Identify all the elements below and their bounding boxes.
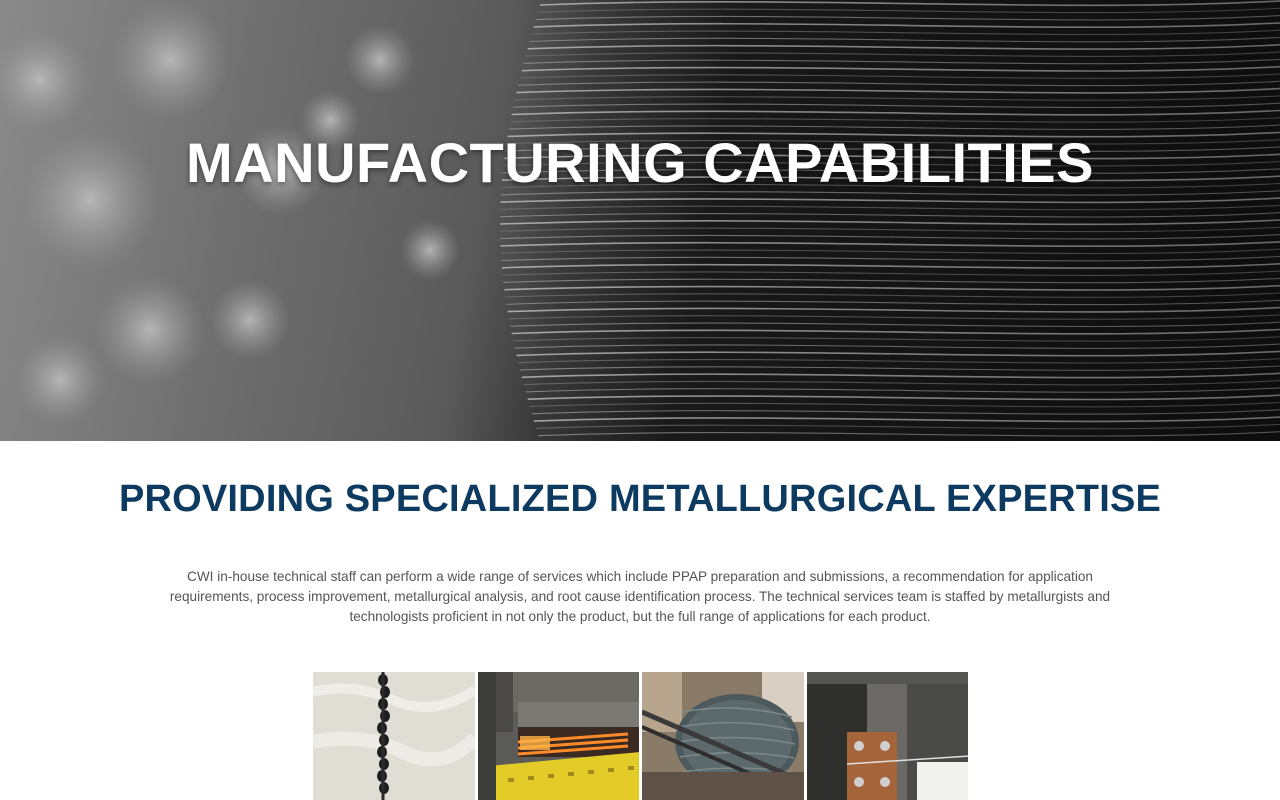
capabilities-gallery (313, 672, 968, 800)
hero-title: MANUFACTURING CAPABILITIES (186, 131, 1094, 194)
wire-coil-spool-photo[interactable] (642, 672, 804, 800)
heat-treatment-furnace-photo[interactable] (477, 672, 639, 800)
hero-banner: MANUFACTURING CAPABILITIES (0, 0, 1280, 441)
section-description: CWI in-house technical staff can perform… (169, 569, 1111, 624)
section-heading: PROVIDING SPECIALIZED METALLURGICAL EXPE… (118, 478, 1162, 520)
wire-testing-fixture-photo[interactable] (806, 672, 968, 800)
wire-chain-on-fabric-photo[interactable] (313, 672, 475, 800)
wire-coil-background (0, 0, 1280, 441)
